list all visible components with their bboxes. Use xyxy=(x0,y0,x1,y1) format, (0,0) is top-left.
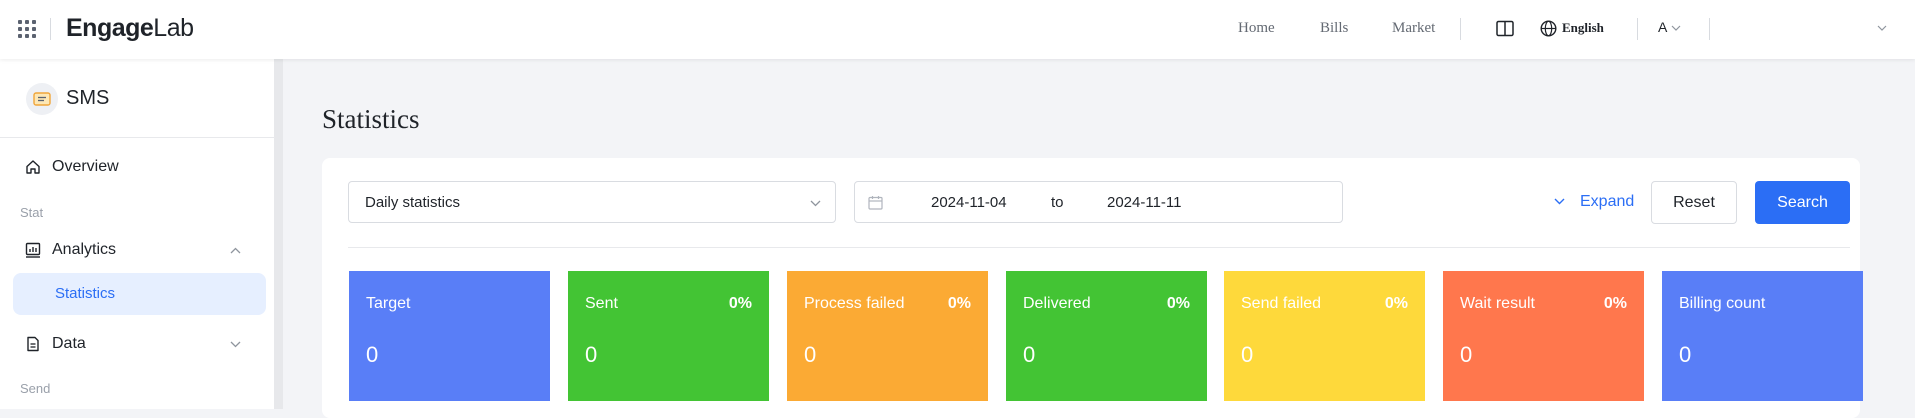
stat-value: 0 xyxy=(1023,342,1036,367)
sidebar-item-data[interactable]: Data xyxy=(0,324,275,364)
divider xyxy=(1637,18,1638,40)
stat-name: Sent xyxy=(585,295,618,312)
chevron-down-icon[interactable] xyxy=(1671,25,1681,31)
divider xyxy=(50,18,51,40)
stat-card-billing-count: Billing count 0 xyxy=(1662,271,1863,401)
stat-value: 0 xyxy=(585,342,598,367)
stat-name: Delivered xyxy=(1023,295,1091,312)
stat-value: 0 xyxy=(804,342,817,367)
start-date-input[interactable]: 2024-11-04 xyxy=(931,194,1007,211)
org-switch-chevron-icon[interactable] xyxy=(1877,25,1887,31)
period-select[interactable]: Daily statistics xyxy=(348,181,836,223)
nav-bills[interactable]: Bills xyxy=(1320,20,1348,37)
document-icon xyxy=(27,336,39,352)
period-select-value: Daily statistics xyxy=(365,194,461,211)
stat-value: 0 xyxy=(366,342,379,367)
chevron-up-icon xyxy=(230,247,241,254)
stat-percent: 0% xyxy=(1603,295,1627,312)
stat-name: Send failed xyxy=(1241,295,1322,312)
expand-label: Expand xyxy=(1580,193,1635,210)
sidebar-item-label: Data xyxy=(52,335,86,352)
sidebar-scrollbar[interactable] xyxy=(274,59,283,409)
page-title: Statistics xyxy=(322,104,420,134)
app-title: SMS xyxy=(66,87,110,109)
stat-value: 0 xyxy=(1460,342,1473,367)
divider xyxy=(348,247,1850,248)
chevron-down-icon xyxy=(1554,198,1565,205)
globe-icon[interactable] xyxy=(1540,20,1557,37)
sidebar-item-analytics[interactable]: Analytics xyxy=(0,230,275,270)
stat-card-sent: Sent 0% 0 xyxy=(568,271,769,401)
stat-percent: 0% xyxy=(728,295,752,312)
engagelab-logo[interactable]: EngageLab xyxy=(66,14,194,43)
nav-market[interactable]: Market xyxy=(1392,20,1435,37)
stat-card-target: Target 0 xyxy=(349,271,550,401)
end-date-input[interactable]: 2024-11-11 xyxy=(1107,194,1182,211)
stat-percent: 0% xyxy=(947,295,971,312)
search-button[interactable]: Search xyxy=(1755,181,1850,224)
apps-grid-icon[interactable] xyxy=(18,20,36,38)
calendar-icon xyxy=(868,196,883,210)
group-label-send: Send xyxy=(20,381,51,396)
stat-name: Process failed xyxy=(804,295,905,312)
group-label-stat: Stat xyxy=(20,205,44,220)
stat-name: Wait result xyxy=(1460,295,1535,312)
nav-home[interactable]: Home xyxy=(1238,20,1275,37)
chevron-down-icon xyxy=(810,200,821,207)
chevron-down-icon xyxy=(230,341,241,348)
sidebar-item-label: Overview xyxy=(52,158,119,175)
stat-percent: 0% xyxy=(1166,295,1190,312)
sidebar-item-overview[interactable]: Overview xyxy=(0,147,275,187)
language-selector[interactable]: English xyxy=(1562,20,1604,36)
sms-app-icon xyxy=(26,83,58,115)
top-bar: EngageLab Home Bills Market English A xyxy=(0,0,1915,59)
stat-name: Billing count xyxy=(1679,295,1766,312)
account-menu[interactable]: A xyxy=(1658,19,1667,35)
sidebar-item-label: Analytics xyxy=(52,241,117,258)
stat-card-delivered: Delivered 0% 0 xyxy=(1006,271,1207,401)
reset-button[interactable]: Reset xyxy=(1651,181,1737,224)
stat-card-wait-result: Wait result 0% 0 xyxy=(1443,271,1644,401)
stat-card-send-failed: Send failed 0% 0 xyxy=(1224,271,1425,401)
divider xyxy=(1709,18,1710,40)
divider xyxy=(0,137,275,138)
home-icon xyxy=(26,160,40,174)
stat-value: 0 xyxy=(1679,342,1692,367)
stat-name: Target xyxy=(366,295,411,312)
sidebar-item-label: Statistics xyxy=(55,285,116,302)
divider xyxy=(1460,18,1461,40)
date-range-picker[interactable]: 2024-11-04 to 2024-11-11 xyxy=(854,181,1343,223)
date-range-separator: to xyxy=(1051,194,1064,211)
stat-value: 0 xyxy=(1241,342,1254,367)
chart-icon xyxy=(25,242,41,258)
sidebar-item-statistics[interactable]: Statistics xyxy=(13,273,266,315)
stat-card-process-failed: Process failed 0% 0 xyxy=(787,271,988,401)
stat-percent: 0% xyxy=(1384,295,1408,312)
docs-book-icon[interactable] xyxy=(1496,20,1514,37)
